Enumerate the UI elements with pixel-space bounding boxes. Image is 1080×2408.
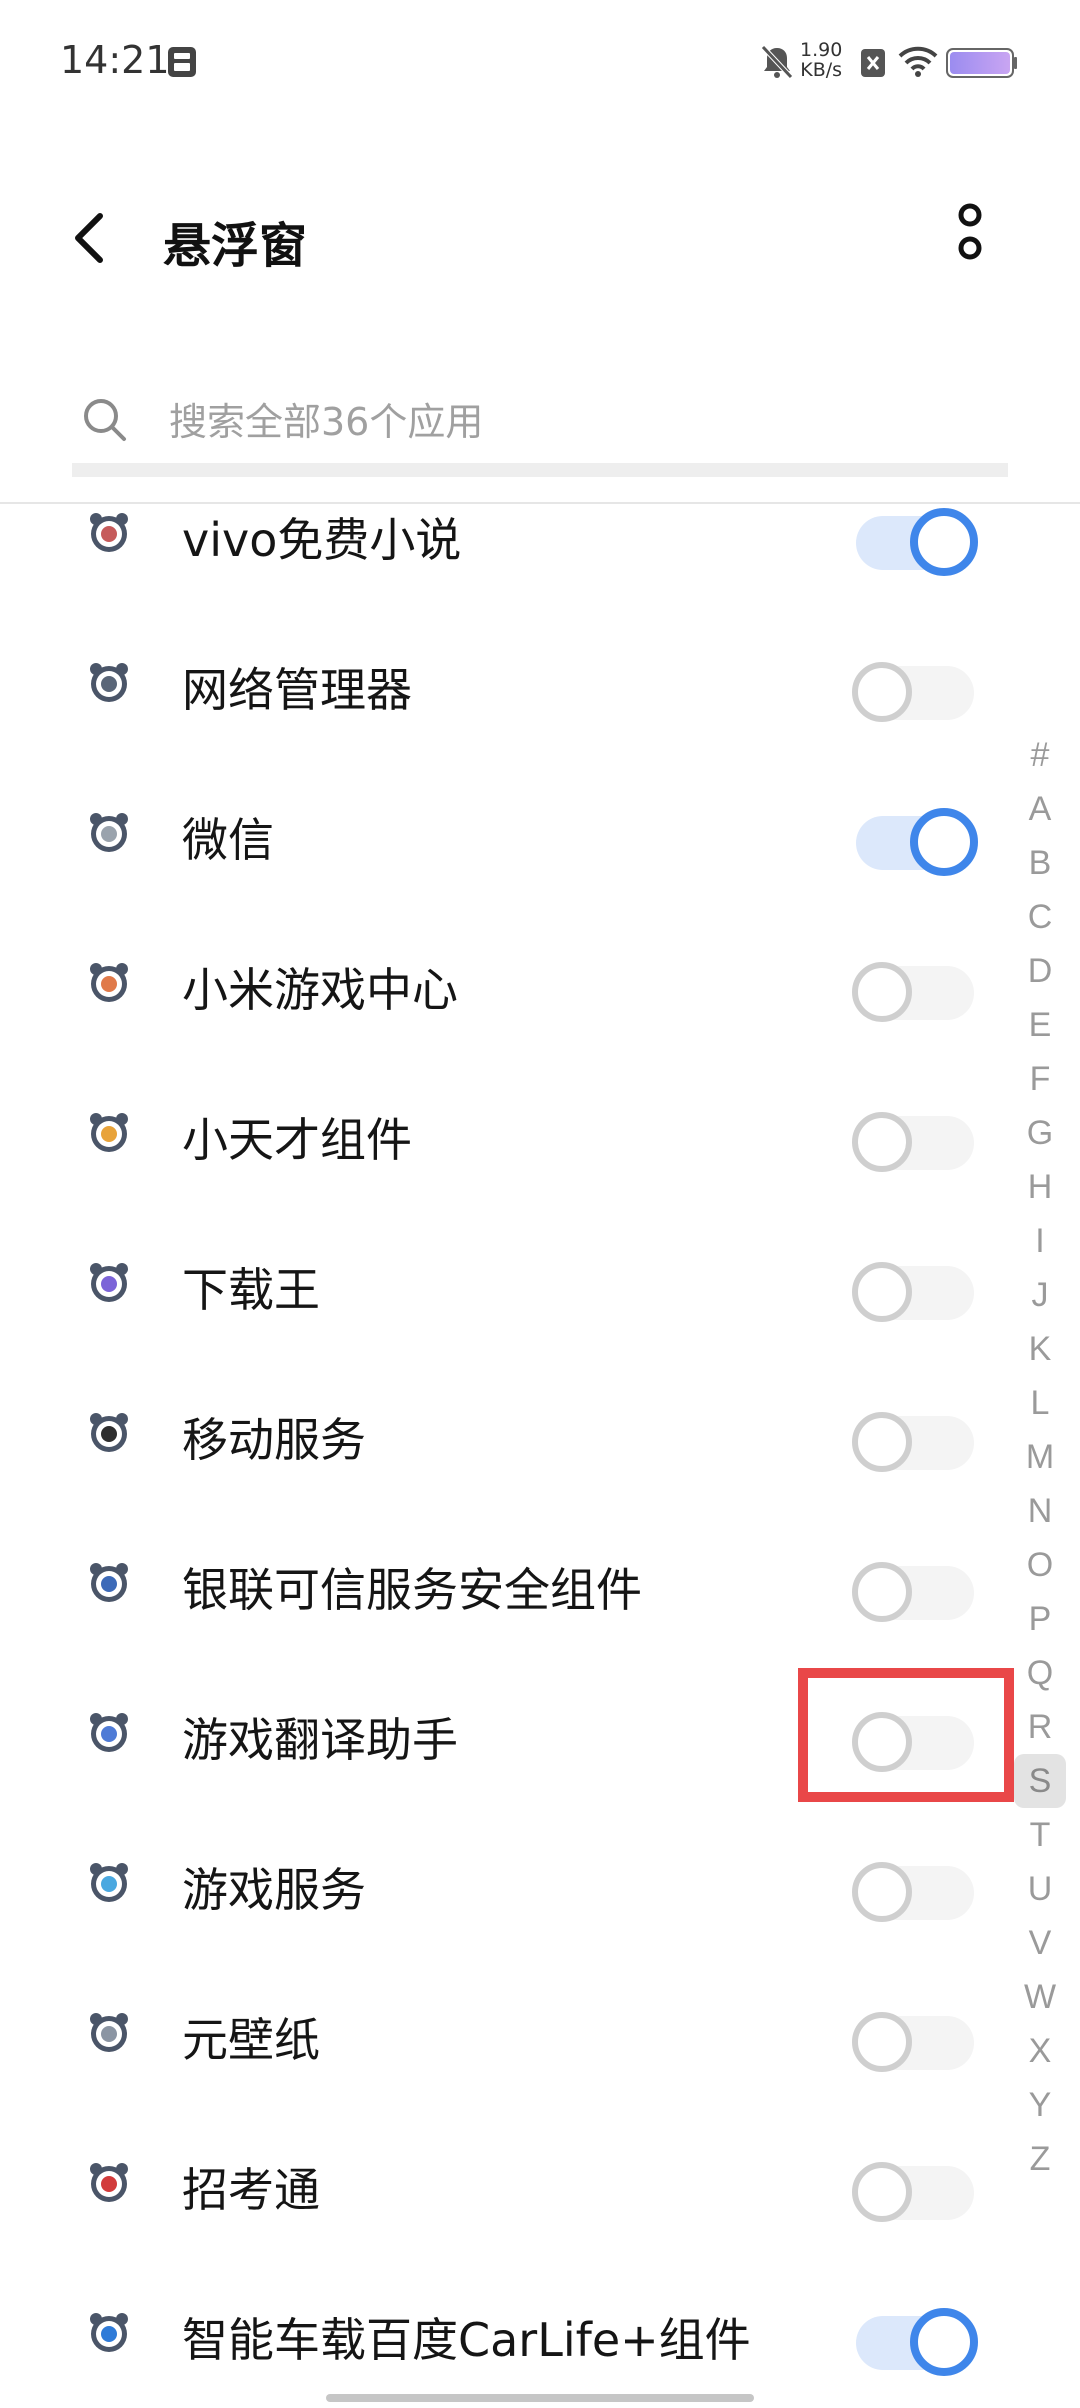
- list-item: 网络管理器: [0, 612, 1000, 752]
- list-item: 招考通: [0, 2112, 1000, 2252]
- list-item: 小米游戏中心: [0, 912, 1000, 1052]
- more-options-button[interactable]: [940, 200, 1000, 272]
- toggle-switch-off[interactable]: [852, 1852, 978, 1922]
- toggle-switch-on[interactable]: [852, 502, 978, 576]
- app-icon: [88, 1711, 130, 1753]
- net-speed-unit: KB/s: [800, 59, 843, 81]
- status-bar: 14:21 1.90 KB/s: [0, 0, 1080, 130]
- alphabet-letter[interactable]: D: [1014, 944, 1066, 998]
- alphabet-index[interactable]: # A B C D E F G H I J K L M N O P Q R S T U V W X Y Z: [1014, 728, 1066, 2186]
- app-icon: [88, 1261, 130, 1303]
- search-box[interactable]: [72, 375, 1008, 475]
- alphabet-letter[interactable]: N: [1014, 1484, 1066, 1538]
- app-icon: [88, 661, 130, 703]
- app-icon: [88, 2311, 130, 2353]
- list-item: vivo免费小说: [0, 462, 1000, 602]
- toggle-switch-off[interactable]: [852, 2152, 978, 2222]
- alphabet-letter[interactable]: V: [1014, 1916, 1066, 1970]
- list-item: 微信: [0, 762, 1000, 902]
- toggle-switch-on[interactable]: [852, 802, 978, 876]
- alphabet-letter[interactable]: Q: [1014, 1646, 1066, 1700]
- search-icon: [80, 395, 130, 445]
- app-icon: [88, 811, 130, 853]
- more-vertical-icon: [958, 203, 982, 260]
- app-label: 游戏翻译助手: [182, 1713, 458, 1767]
- alphabet-letter[interactable]: L: [1014, 1376, 1066, 1430]
- no-sim-icon: [860, 48, 886, 82]
- alphabet-letter[interactable]: E: [1014, 998, 1066, 1052]
- list-item: 下载王: [0, 1212, 1000, 1352]
- list-item: 游戏服务: [0, 1812, 1000, 1952]
- alphabet-letter[interactable]: Y: [1014, 2078, 1066, 2132]
- net-speed: 1.90 KB/s: [800, 40, 842, 80]
- status-time: 14:21: [60, 38, 170, 82]
- list-item: 银联可信服务安全组件: [0, 1512, 1000, 1652]
- app-label: 游戏服务: [182, 1863, 366, 1917]
- alphabet-letter[interactable]: C: [1014, 890, 1066, 944]
- alphabet-letter[interactable]: Z: [1014, 2132, 1066, 2186]
- toggle-switch-on[interactable]: [852, 2302, 978, 2376]
- app-label: 微信: [182, 813, 274, 867]
- search-input[interactable]: [167, 391, 971, 453]
- app-icon: [88, 961, 130, 1003]
- list-item: 移动服务: [0, 1362, 1000, 1502]
- app-icon: [88, 2161, 130, 2203]
- header: 悬浮窗: [0, 180, 1080, 290]
- alphabet-letter[interactable]: M: [1014, 1430, 1066, 1484]
- list-item: 智能车载百度CarLife+组件: [0, 2262, 1000, 2402]
- app-icon: [88, 1411, 130, 1453]
- alphabet-letter[interactable]: W: [1014, 1970, 1066, 2024]
- chevron-left-icon: [75, 213, 103, 263]
- app-icon: [88, 1561, 130, 1603]
- sim-card-icon: [166, 45, 198, 83]
- alphabet-letter[interactable]: I: [1014, 1214, 1066, 1268]
- app-label: 小天才组件: [182, 1113, 412, 1167]
- page-title: 悬浮窗: [163, 218, 308, 274]
- app-label: vivo免费小说: [182, 513, 462, 567]
- app-label: 小米游戏中心: [182, 963, 458, 1017]
- toggle-switch-off[interactable]: [852, 1552, 978, 1622]
- app-label: 元壁纸: [182, 2013, 320, 2067]
- alphabet-letter[interactable]: T: [1014, 1808, 1066, 1862]
- alphabet-letter[interactable]: X: [1014, 2024, 1066, 2078]
- battery-icon: [946, 48, 1018, 82]
- toggle-switch-off[interactable]: [852, 952, 978, 1022]
- app-icon: [88, 511, 130, 553]
- alphabet-letter[interactable]: B: [1014, 836, 1066, 890]
- mute-bell-icon: [760, 44, 794, 84]
- alphabet-letter[interactable]: R: [1014, 1700, 1066, 1754]
- app-icon: [88, 1861, 130, 1903]
- list-item: 元壁纸: [0, 1962, 1000, 2102]
- alphabet-letter[interactable]: G: [1014, 1106, 1066, 1160]
- alphabet-letter[interactable]: K: [1014, 1322, 1066, 1376]
- app-label: 银联可信服务安全组件: [182, 1563, 642, 1617]
- highlight-box: [798, 1668, 1014, 1802]
- alphabet-letter[interactable]: H: [1014, 1160, 1066, 1214]
- net-speed-value: 1.90: [800, 39, 843, 61]
- alphabet-letter[interactable]: F: [1014, 1052, 1066, 1106]
- toggle-switch-off[interactable]: [852, 2002, 978, 2072]
- list-item: 小天才组件: [0, 1062, 1000, 1202]
- alphabet-letter[interactable]: S: [1014, 1754, 1066, 1808]
- app-label: 智能车载百度CarLife+组件: [182, 2313, 751, 2367]
- app-icon: [88, 1111, 130, 1153]
- app-icon: [88, 2011, 130, 2053]
- alphabet-letter[interactable]: #: [1014, 728, 1066, 782]
- app-label: 移动服务: [182, 1413, 366, 1467]
- alphabet-letter[interactable]: U: [1014, 1862, 1066, 1916]
- alphabet-letter[interactable]: A: [1014, 782, 1066, 836]
- alphabet-letter[interactable]: O: [1014, 1538, 1066, 1592]
- alphabet-letter[interactable]: J: [1014, 1268, 1066, 1322]
- back-button[interactable]: [62, 208, 122, 268]
- alphabet-letter[interactable]: P: [1014, 1592, 1066, 1646]
- toggle-switch-off[interactable]: [852, 652, 978, 722]
- toggle-switch-off[interactable]: [852, 1102, 978, 1172]
- toggle-switch-off[interactable]: [852, 1252, 978, 1322]
- wifi-icon: [898, 46, 938, 82]
- app-label: 招考通: [182, 2163, 320, 2217]
- home-indicator[interactable]: [326, 2394, 754, 2402]
- app-label: 下载王: [182, 1263, 320, 1317]
- toggle-switch-off[interactable]: [852, 1402, 978, 1472]
- app-label: 网络管理器: [182, 663, 412, 717]
